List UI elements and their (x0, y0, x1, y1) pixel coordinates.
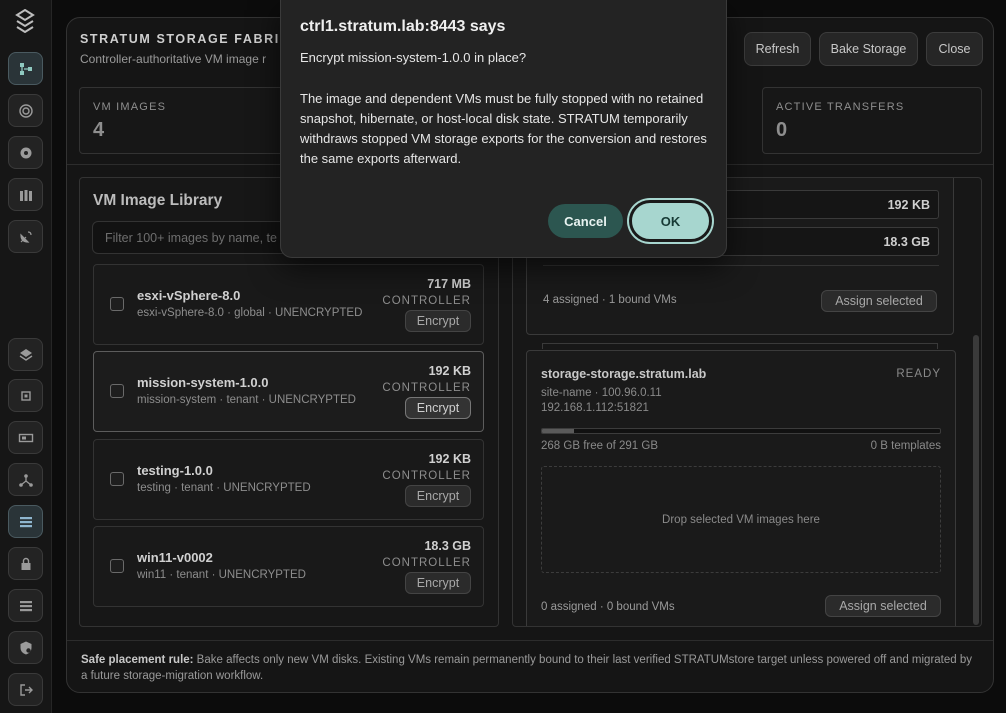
safe-placement-rule: Safe placement rule: Bake affects only n… (81, 652, 981, 684)
network-node-icon[interactable] (8, 463, 43, 496)
image-name: esxi-vSphere-8.0 (137, 288, 241, 303)
divider (543, 265, 939, 266)
image-meta: win11 · tenant · UNENCRYPTED (137, 569, 306, 581)
stat-label: VM IMAGES (93, 101, 167, 113)
target-footer: 4 assigned · 1 bound VMs (543, 294, 677, 306)
satellite-dish-icon[interactable] (8, 220, 43, 253)
library-title: VM Image Library (93, 192, 223, 209)
usage-bar-fill (542, 429, 574, 433)
settings-cog-icon[interactable] (8, 136, 43, 169)
image-card[interactable]: esxi-vSphere-8.0 esxi-vSphere-8.0 · glob… (93, 264, 484, 345)
scrollbar-thumb[interactable] (973, 335, 979, 625)
rule-text: Bake affects only new VM disks. Existing… (81, 654, 973, 682)
image-size: 192 KB (428, 364, 471, 378)
logout-icon[interactable] (8, 673, 43, 706)
image-checkbox[interactable] (110, 559, 124, 573)
assign-selected-button[interactable]: Assign selected (825, 595, 941, 617)
refresh-button[interactable]: Refresh (744, 32, 811, 66)
target-footer: 0 assigned · 0 bound VMs (541, 601, 675, 613)
shield-gear-icon[interactable] (8, 631, 43, 664)
image-meta: mission-system · tenant · UNENCRYPTED (137, 394, 356, 406)
image-card[interactable]: testing-1.0.0 testing · tenant · UNENCRY… (93, 439, 484, 520)
templates-size: 0 B templates (870, 440, 941, 452)
assigned-image-size: 18.3 GB (883, 235, 930, 249)
sidebar (0, 0, 52, 713)
divider (542, 343, 938, 349)
bottles-icon[interactable] (8, 178, 43, 211)
target-icon[interactable] (8, 94, 43, 127)
bake-storage-button[interactable]: Bake Storage (819, 32, 918, 66)
host-address: 192.168.1.112:51821 (541, 402, 649, 414)
image-checkbox[interactable] (110, 297, 124, 311)
image-location: CONTROLLER (382, 382, 471, 394)
image-location: CONTROLLER (382, 557, 471, 569)
ok-button[interactable]: OK (629, 200, 712, 242)
image-name: win11-v0002 (137, 550, 213, 565)
image-size: 18.3 GB (424, 539, 471, 553)
encrypt-button[interactable]: Encrypt (405, 310, 471, 332)
dialog-title: ctrl1.stratum.lab:8443 says (300, 18, 506, 35)
host-name: storage-storage.stratum.lab (541, 367, 707, 381)
dialog-question: Encrypt mission-system-1.0.0 in place? (300, 50, 527, 65)
dialog-body: The image and dependent VMs must be full… (300, 91, 707, 166)
stratum-logo-icon[interactable] (12, 8, 38, 34)
page-subtitle: Controller-authoritative VM image r (80, 52, 267, 66)
stat-vm-images: VM IMAGES 4 (79, 87, 309, 154)
host-site: site-name · 100.96.0.11 (541, 387, 662, 399)
drop-zone[interactable]: Drop selected VM images here (541, 466, 941, 573)
rule-label: Safe placement rule: (81, 654, 194, 666)
cancel-button[interactable]: Cancel (548, 204, 623, 238)
image-checkbox[interactable] (110, 384, 124, 398)
assigned-image-size: 192 KB (887, 198, 930, 212)
layers-icon[interactable] (8, 338, 43, 371)
page-title: STRATUM STORAGE FABRIC (80, 32, 291, 46)
image-meta: testing · tenant · UNENCRYPTED (137, 482, 311, 494)
stat-value: 0 (776, 119, 788, 141)
encrypt-button[interactable]: Encrypt (405, 397, 471, 419)
storage-list-icon[interactable] (8, 505, 43, 538)
usage-bar (541, 428, 941, 434)
assign-selected-button[interactable]: Assign selected (821, 290, 937, 312)
chip-icon[interactable] (8, 379, 43, 412)
image-card[interactable]: win11-v0002 win11 · tenant · UNENCRYPTED… (93, 526, 484, 607)
scrollbar[interactable] (971, 180, 980, 625)
gpu-card-icon[interactable] (8, 421, 43, 454)
close-button[interactable]: Close (926, 32, 983, 66)
encrypt-button[interactable]: Encrypt (405, 485, 471, 507)
divider (67, 640, 993, 641)
status-badge: READY (896, 368, 941, 380)
storage-target-card: storage-storage.stratum.lab READY site-n… (526, 350, 956, 626)
encrypt-button[interactable]: Encrypt (405, 572, 471, 594)
server-rack-icon[interactable] (8, 589, 43, 622)
image-name: mission-system-1.0.0 (137, 375, 269, 390)
image-card[interactable]: mission-system-1.0.0 mission-system · te… (93, 351, 484, 432)
stat-value: 4 (93, 119, 105, 141)
topology-icon[interactable] (8, 52, 43, 85)
image-location: CONTROLLER (382, 295, 471, 307)
drop-zone-label: Drop selected VM images here (662, 513, 820, 526)
image-size: 717 MB (427, 277, 471, 291)
image-size: 192 KB (428, 452, 471, 466)
image-location: CONTROLLER (382, 470, 471, 482)
free-space: 268 GB free of 291 GB (541, 440, 658, 452)
stat-active-transfers: ACTIVE TRANSFERS 0 (762, 87, 982, 154)
image-name: testing-1.0.0 (137, 463, 213, 478)
image-meta: esxi-vSphere-8.0 · global · UNENCRYPTED (137, 307, 363, 319)
lock-icon[interactable] (8, 547, 43, 580)
confirm-dialog: ctrl1.stratum.lab:8443 says Encrypt miss… (280, 0, 727, 258)
stat-label: ACTIVE TRANSFERS (776, 101, 905, 113)
image-checkbox[interactable] (110, 472, 124, 486)
